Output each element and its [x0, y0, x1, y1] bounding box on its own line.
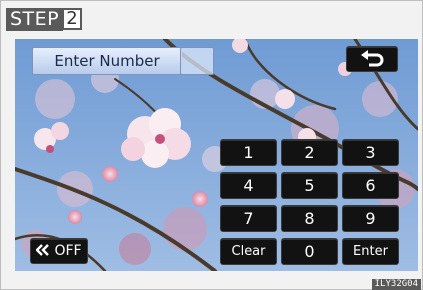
key-7[interactable]: 7 — [220, 205, 277, 232]
return-arrow-icon — [361, 50, 384, 67]
back-button[interactable] — [346, 46, 398, 72]
off-label: OFF — [54, 243, 82, 259]
step-number: 2 — [62, 8, 82, 30]
double-chevron-left-icon — [36, 244, 50, 256]
key-4[interactable]: 4 — [220, 172, 277, 199]
key-2[interactable]: 2 — [281, 139, 338, 166]
step-label: STEP — [6, 8, 64, 31]
enter-button[interactable]: Enter — [342, 238, 399, 265]
enter-number-title: Enter Number — [32, 47, 182, 75]
key-0[interactable]: 0 — [281, 238, 338, 265]
key-9[interactable]: 9 — [342, 205, 399, 232]
key-5[interactable]: 5 — [281, 172, 338, 199]
key-1[interactable]: 1 — [220, 139, 277, 166]
number-input-field[interactable] — [180, 47, 214, 75]
key-6[interactable]: 6 — [342, 172, 399, 199]
figure-caption: ILY32G04 — [371, 279, 421, 290]
display-screen: Enter Number OFF 1 2 3 4 5 6 7 8 9 Clear… — [15, 39, 418, 271]
off-button[interactable]: OFF — [30, 238, 88, 264]
key-8[interactable]: 8 — [281, 205, 338, 232]
key-3[interactable]: 3 — [342, 139, 399, 166]
clear-button[interactable]: Clear — [220, 238, 277, 265]
